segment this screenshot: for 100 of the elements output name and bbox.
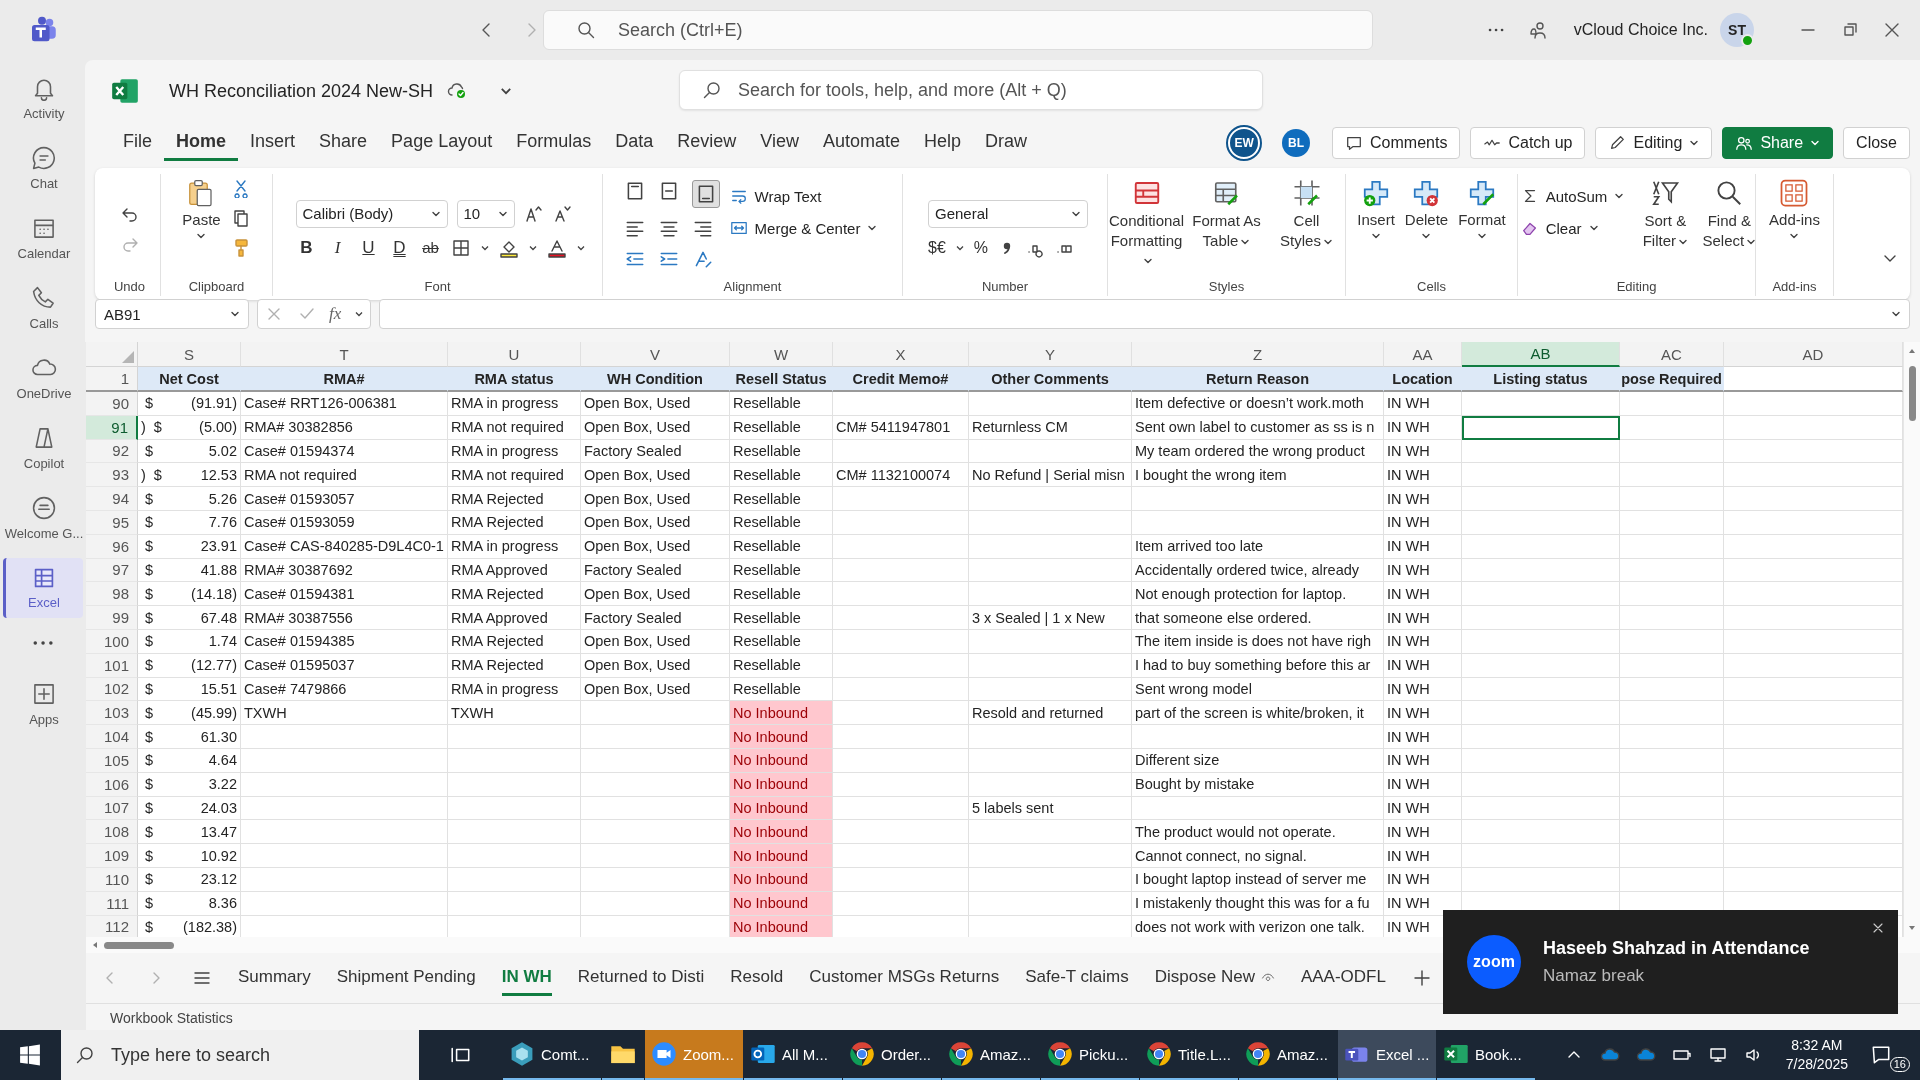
scrollbar-thumb[interactable] bbox=[104, 941, 174, 949]
workbook-title[interactable]: WH Reconciliation 2024 New-SH bbox=[169, 80, 434, 102]
font-style-button[interactable]: B bbox=[295, 237, 318, 258]
app-rail-item[interactable]: Excel bbox=[2, 558, 83, 618]
taskbar-app-button[interactable]: Comt... bbox=[503, 1030, 601, 1080]
row-header[interactable]: 112 bbox=[86, 915, 138, 937]
collaborator-avatar[interactable]: EW bbox=[1228, 127, 1261, 159]
person-bell-icon[interactable] bbox=[1527, 20, 1548, 40]
app-rail-item[interactable]: Activity bbox=[2, 68, 83, 128]
row-header[interactable]: 102 bbox=[86, 677, 138, 702]
column-header[interactable]: Y bbox=[969, 342, 1132, 367]
styles-button[interactable]: Format As Table bbox=[1191, 178, 1262, 250]
cell-cursor[interactable] bbox=[1462, 415, 1620, 440]
apps-button[interactable]: Apps bbox=[2, 674, 83, 734]
row-header[interactable]: 109 bbox=[86, 844, 138, 868]
row-header[interactable]: 93 bbox=[86, 463, 138, 488]
chevron-down-icon[interactable] bbox=[353, 309, 364, 319]
taskbar-app-button[interactable]: Picku... bbox=[1041, 1030, 1139, 1080]
sheet-tab[interactable]: Returned to Disti bbox=[577, 960, 705, 996]
sheet-tab[interactable]: Shipment Pending bbox=[336, 960, 476, 996]
merge-center-button[interactable]: Merge & Center bbox=[725, 216, 882, 240]
share-button[interactable]: Share bbox=[1722, 127, 1834, 159]
row-header[interactable]: 111 bbox=[86, 891, 138, 916]
styles-button[interactable]: Cell Styles bbox=[1271, 178, 1342, 250]
editing-mode-button[interactable]: Editing bbox=[1595, 127, 1713, 159]
ribbon-tab[interactable]: Data bbox=[603, 125, 666, 161]
app-rail-item[interactable]: Welcome G... bbox=[2, 488, 83, 548]
wrap-text-button[interactable]: Wrap Text bbox=[725, 184, 826, 208]
sort-filter-button[interactable]: Sort & Filter bbox=[1638, 178, 1693, 250]
taskbar-app-button[interactable]: Book... bbox=[1437, 1030, 1535, 1080]
taskbar-search-field[interactable]: Type here to search bbox=[61, 1030, 419, 1080]
notification-center-button[interactable]: 16 bbox=[1870, 1038, 1910, 1072]
ribbon-tab[interactable]: Insert bbox=[238, 125, 308, 161]
taskbar-app-button[interactable]: All M... bbox=[744, 1030, 842, 1080]
increase-font-size-icon[interactable] bbox=[523, 203, 544, 224]
app-rail-item[interactable]: Calls bbox=[2, 278, 83, 338]
close-button[interactable]: Close bbox=[1843, 127, 1910, 159]
font-size-field[interactable]: 10 bbox=[456, 199, 515, 228]
column-header[interactable]: AC bbox=[1620, 342, 1724, 367]
column-header[interactable]: AD bbox=[1724, 342, 1903, 367]
row-header[interactable]: 90 bbox=[86, 392, 138, 416]
ribbon-tab[interactable]: File bbox=[111, 125, 164, 161]
column-header[interactable]: U bbox=[448, 342, 581, 367]
cells-button[interactable]: Delete bbox=[1404, 178, 1449, 241]
clear-button[interactable]: Clear bbox=[1516, 216, 1603, 240]
row-header[interactable]: 1 bbox=[86, 367, 138, 392]
row-header[interactable]: 98 bbox=[86, 582, 138, 607]
user-avatar[interactable]: ST bbox=[1720, 13, 1754, 47]
number-format-button[interactable]: % bbox=[973, 238, 989, 257]
column-header[interactable]: T bbox=[241, 342, 448, 367]
row-header[interactable]: 101 bbox=[86, 653, 138, 678]
row-header[interactable]: 105 bbox=[86, 748, 138, 773]
workbook-statistics-link[interactable]: Workbook Statistics bbox=[110, 1009, 233, 1026]
scrollbar-thumb[interactable] bbox=[1908, 366, 1916, 421]
ribbon-tab[interactable]: Formulas bbox=[504, 125, 604, 161]
align-bottom-icon[interactable] bbox=[691, 180, 720, 208]
sheet-tab[interactable]: Summary bbox=[238, 960, 311, 996]
row-header[interactable]: 110 bbox=[86, 867, 138, 892]
row-header[interactable]: 99 bbox=[86, 606, 138, 630]
ribbon-tab[interactable]: Page Layout bbox=[379, 125, 505, 161]
insert-function-button[interactable]: fx bbox=[329, 304, 342, 324]
taskbar-app-button[interactable]: Order... bbox=[843, 1030, 941, 1080]
taskbar-app-button[interactable]: Title.L... bbox=[1140, 1030, 1238, 1080]
sheet-tab[interactable]: Dispose New bbox=[1154, 960, 1275, 996]
app-rail-item[interactable]: OneDrive bbox=[2, 348, 83, 408]
row-header[interactable]: 97 bbox=[86, 558, 138, 583]
sheet-tab[interactable]: IN WH bbox=[501, 960, 552, 996]
sheet-tab[interactable]: Resold bbox=[730, 960, 784, 996]
row-header[interactable]: 108 bbox=[86, 820, 138, 845]
column-header[interactable]: Z bbox=[1132, 342, 1384, 367]
app-rail-item[interactable]: Calendar bbox=[2, 208, 83, 268]
ribbon-tab[interactable]: View bbox=[748, 125, 811, 161]
column-header[interactable]: V bbox=[581, 342, 730, 367]
row-header[interactable]: 104 bbox=[86, 725, 138, 749]
ribbon-tab[interactable]: Automate bbox=[811, 125, 913, 161]
row-header[interactable]: 103 bbox=[86, 701, 138, 726]
name-box[interactable]: AB91 bbox=[95, 299, 249, 329]
font-style-button[interactable]: D bbox=[388, 237, 411, 258]
ribbon-tab[interactable]: Review bbox=[665, 125, 749, 161]
add-ins-button[interactable]: Add-ins bbox=[1769, 178, 1820, 241]
command-search-field[interactable]: Search for tools, help, and more (Alt + Q) bbox=[679, 70, 1263, 110]
paste-button[interactable]: Paste bbox=[182, 178, 221, 241]
search-field[interactable]: Search (Ctrl+E) bbox=[543, 10, 1373, 50]
comments-button[interactable]: Comments bbox=[1332, 127, 1461, 159]
styles-button[interactable]: Conditional Formatting bbox=[1111, 178, 1182, 270]
spreadsheet-logo-icon[interactable] bbox=[111, 77, 139, 105]
add-sheet-icon[interactable] bbox=[1411, 968, 1432, 988]
row-header[interactable]: 95 bbox=[86, 511, 138, 535]
cells-button[interactable]: Insert bbox=[1357, 178, 1395, 241]
row-header[interactable]: 96 bbox=[86, 534, 138, 559]
taskbar-app-button[interactable]: Excel ... bbox=[1338, 1030, 1436, 1080]
notification-toast[interactable]: zoom Haseeb Shahzad in Attendance Namaz break bbox=[1443, 910, 1898, 1014]
sheet-tab[interactable]: Customer MSGs Returns bbox=[809, 960, 1000, 996]
clock[interactable]: 8:32 AM 7/28/2025 bbox=[1785, 1036, 1848, 1074]
font-style-button[interactable]: ab bbox=[419, 239, 442, 256]
row-header[interactable]: 94 bbox=[86, 487, 138, 511]
column-header[interactable]: AB bbox=[1462, 342, 1620, 367]
column-header[interactable]: W bbox=[730, 342, 833, 367]
row-header[interactable]: 100 bbox=[86, 629, 138, 654]
column-header[interactable]: X bbox=[833, 342, 969, 367]
